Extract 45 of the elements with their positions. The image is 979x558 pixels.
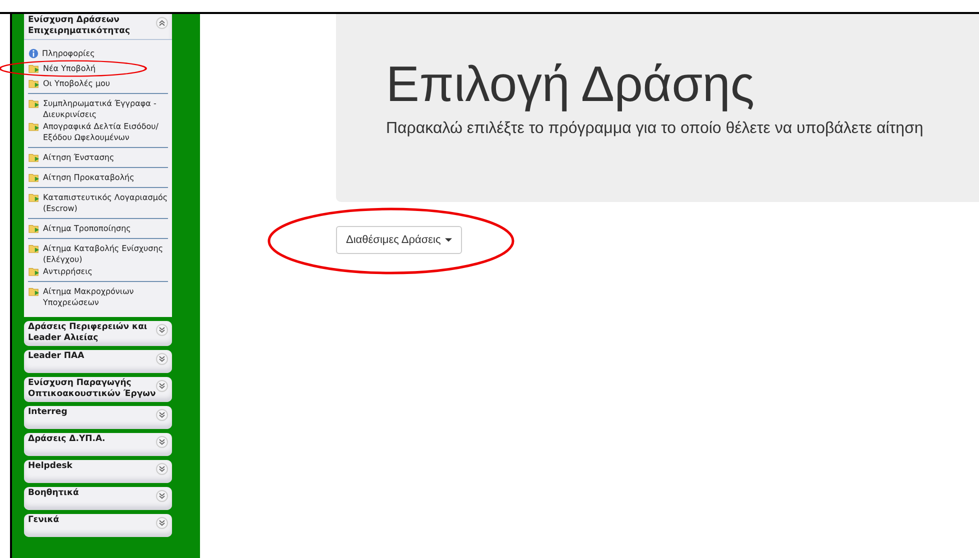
menu-item[interactable]: Αίτηση Προκαταβολής — [43, 172, 134, 183]
folder-arrow-icon — [28, 78, 40, 89]
section-title[interactable]: Helpdesk — [28, 461, 156, 472]
folder-arrow-icon — [28, 172, 40, 183]
actions-dropdown[interactable]: Διαθέσιμες Δράσεις — [336, 226, 462, 254]
toggle-icon[interactable] — [156, 353, 168, 365]
section-title[interactable]: Δράσεις Δ.ΥΠ.Α. — [28, 434, 156, 445]
folder-arrow-icon — [28, 223, 40, 234]
folder-arrow-icon — [28, 286, 40, 297]
toggle-icon[interactable] — [156, 324, 168, 336]
toggle-icon[interactable] — [156, 380, 168, 392]
page-subtitle: Παρακαλώ επιλέξτε το πρόγραμμα για το οποίο θέλετε να υποβάλετε αίτηση — [386, 120, 924, 138]
menu-item[interactable]: Αίτηση Ένστασης — [43, 152, 114, 163]
menu-item[interactable]: Πληροφορίες — [42, 48, 95, 59]
folder-arrow-icon — [28, 192, 40, 203]
toggle-icon[interactable] — [156, 517, 168, 529]
toggle-icon[interactable] — [156, 409, 168, 421]
caret-icon — [444, 238, 452, 242]
folder-arrow-icon — [28, 266, 40, 277]
folder-arrow-icon — [28, 152, 40, 163]
menu-item[interactable]: Αίτημα Μακροχρόνιων Υποχρεώσεων — [43, 286, 168, 308]
toggle-icon[interactable] — [156, 436, 168, 448]
section-title[interactable]: Δράσεις Περιφερειών και Leader Αλιείας — [28, 322, 156, 344]
section-title[interactable]: Βοηθητικά — [28, 488, 156, 499]
folder-arrow-icon — [28, 121, 40, 132]
menu-item[interactable]: Καταπιστευτικός Λογαριασμός (Escrow) — [43, 192, 168, 214]
menu-item[interactable]: Απογραφικά Δελτία Εισόδου/ Εξόδου Ωφελουμένων — [43, 121, 168, 143]
menu-item[interactable]: Συμπληρωματικά Έγγραφα - Διευκρινίσεις — [43, 98, 168, 120]
section-title[interactable]: Ενίσχυση Δράσεων Επιχειρηματικότητας — [28, 15, 156, 37]
toggle-icon[interactable] — [156, 17, 168, 29]
menu-item[interactable]: Αντιρρήσεις — [43, 266, 92, 277]
menu-item[interactable]: Αίτημα Καταβολής Ενίσχυσης (Ελέγχου) — [43, 243, 168, 265]
toggle-icon[interactable] — [156, 463, 168, 475]
section-title[interactable]: Leader ΠΑΑ — [28, 351, 156, 362]
toggle-icon[interactable] — [156, 490, 168, 502]
section-title[interactable]: Interreg — [28, 407, 156, 418]
section-title[interactable]: Γενικά — [28, 515, 156, 526]
page-title: Επιλογή Δράσης — [386, 55, 756, 114]
section-title[interactable]: Ενίσχυση Παραγωγής Οπτικοακουστικών Έργων — [28, 378, 156, 400]
folder-arrow-icon — [28, 243, 40, 254]
folder-arrow-icon — [28, 63, 40, 74]
info-icon — [28, 48, 39, 59]
folder-arrow-icon — [28, 98, 40, 109]
menu-item[interactable]: Οι Υποβολές μου — [43, 78, 110, 89]
menu-item[interactable]: Αίτημα Τροποποίησης — [43, 223, 131, 234]
